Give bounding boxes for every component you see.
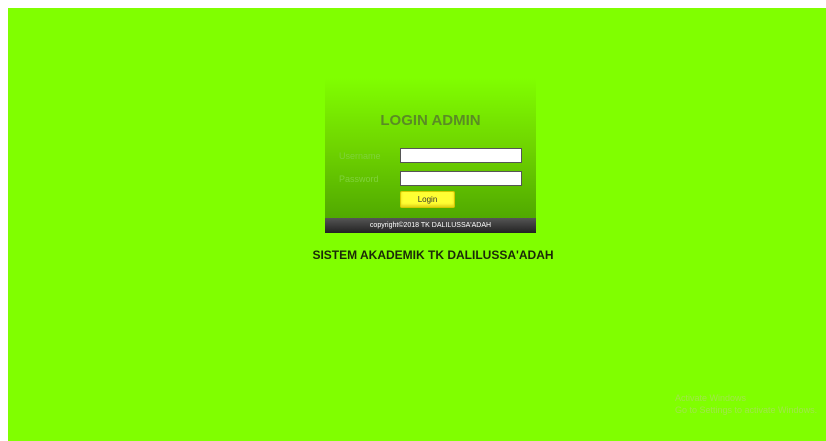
login-title: LOGIN ADMIN	[380, 112, 481, 129]
password-input[interactable]	[400, 171, 522, 186]
login-button[interactable]: Login	[400, 191, 455, 208]
username-label: Username	[339, 151, 381, 161]
activate-windows-watermark: Activate Windows Go to Settings to activ…	[675, 392, 825, 416]
system-title: SISTEM AKADEMIK TK DALILUSSA'ADAH	[312, 248, 554, 262]
username-input[interactable]	[400, 148, 522, 163]
watermark-line-2: Go to Settings to activate Windows.	[675, 405, 818, 415]
login-panel: LOGIN ADMIN Username Password Login copy…	[325, 78, 536, 233]
watermark-line-1: Activate Windows	[675, 393, 747, 403]
page-background: LOGIN ADMIN Username Password Login copy…	[8, 8, 826, 441]
copyright-footer: copyright©2018 TK DALILUSSA'ADAH	[325, 218, 536, 233]
password-label: Password	[339, 174, 379, 184]
